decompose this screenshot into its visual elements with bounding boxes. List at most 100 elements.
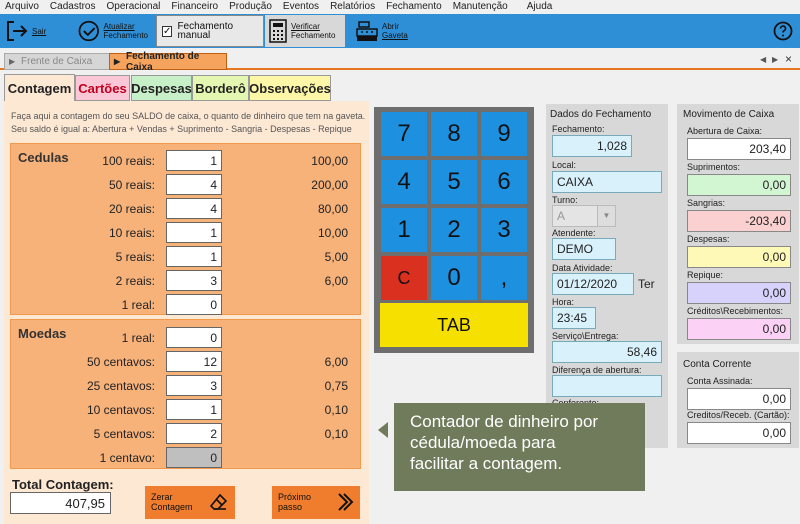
cedulas-row-total: 200,00 <box>311 178 348 192</box>
cedulas-qty-input[interactable]: 0 <box>166 294 222 315</box>
movimento-caixa-panel: Movimento de Caixa Abertura de Caixa: 203… <box>677 104 799 344</box>
cedulas-qty-input[interactable]: 1 <box>166 222 222 243</box>
tab-cartoes[interactable]: Cartões <box>75 75 130 101</box>
atendente-field[interactable]: DEMO <box>552 238 616 260</box>
menu-cadastros[interactable]: Cadastros <box>45 0 102 14</box>
eraser-icon <box>209 493 228 510</box>
cedulas-qty-input[interactable]: 1 <box>166 246 222 267</box>
moedas-qty-input[interactable]: 12 <box>166 351 222 372</box>
toolbar: Sair Atualizar Fechamento ✓ Fechamento ma… <box>0 14 800 48</box>
menu-fechamento[interactable]: Fechamento <box>381 0 448 14</box>
cedulas-qty-input[interactable]: 4 <box>166 174 222 195</box>
keypad-key-6[interactable]: 6 <box>481 160 527 204</box>
moedas-qty-input[interactable]: 3 <box>166 375 222 396</box>
checkbox-icon[interactable]: ✓ <box>162 25 173 37</box>
movimento-label: Repique: <box>687 270 724 280</box>
check-circle-icon <box>78 20 99 42</box>
tabs-scroll-left-icon[interactable]: ◀ <box>760 55 766 64</box>
moedas-qty-input[interactable]: 2 <box>166 423 222 444</box>
menu-manutencao[interactable]: Manutenção <box>448 0 514 14</box>
movimento-label: Sangrias: <box>687 198 726 208</box>
info-line-1: Faça aqui a contagem do seu SALDO de cai… <box>11 111 366 121</box>
conta-value[interactable]: 0,00 <box>687 388 791 410</box>
keypad-key-0[interactable]: 0 <box>431 256 477 300</box>
tab-fechamento-de-caixa[interactable]: ▶ Fechamento de Caixa <box>109 51 227 73</box>
turno-select[interactable]: A ▼ <box>552 205 616 227</box>
menu-producao[interactable]: Produção <box>224 0 278 14</box>
double-chevron-right-icon <box>338 493 354 511</box>
keypad-key-7[interactable]: 7 <box>381 112 427 156</box>
contagem-panel: Faça aqui a contagem do seu SALDO de cai… <box>4 101 369 524</box>
help-button[interactable] <box>773 14 797 48</box>
tab-contagem[interactable]: Contagem <box>4 74 75 102</box>
data-atividade-field[interactable]: 01/12/2020 <box>552 273 634 295</box>
conta-value[interactable]: 0,00 <box>687 422 791 444</box>
keypad-key-9[interactable]: 9 <box>481 112 527 156</box>
tab-observacoes[interactable]: Observações <box>249 75 331 101</box>
moedas-row-label: 1 centavo: <box>99 451 155 465</box>
cedulas-qty-input[interactable]: 4 <box>166 198 222 219</box>
movimento-value[interactable]: 0,00 <box>687 282 791 304</box>
tab-despesas[interactable]: Despesas <box>131 75 192 101</box>
movimento-value[interactable]: -203,40 <box>687 210 791 232</box>
moedas-qty-input[interactable]: 0 <box>166 447 222 468</box>
calculator-icon <box>269 19 287 43</box>
moedas-row-total: 0,10 <box>324 403 348 417</box>
total-contagem-value: 407,95 <box>10 492 111 514</box>
movimento-value[interactable]: 203,40 <box>687 138 791 160</box>
tab-frente-de-caixa[interactable]: ▶ Frente de Caixa <box>4 53 126 70</box>
menu-ajuda[interactable]: Ajuda <box>522 0 559 14</box>
moedas-row-label: 50 centavos: <box>86 355 155 369</box>
menu-operacional[interactable]: Operacional <box>101 0 166 14</box>
movimento-value[interactable]: 0,00 <box>687 318 791 340</box>
close-tab-icon[interactable]: × <box>785 52 792 66</box>
menu-financeiro[interactable]: Financeiro <box>166 0 224 14</box>
keypad-key-2[interactable]: 2 <box>431 208 477 252</box>
menu-relatorios[interactable]: Relatórios <box>325 0 381 14</box>
fechamento-field[interactable]: 1,028 <box>552 135 632 157</box>
dados-fechamento-panel: Dados do Fechamento Fechamento: 1,028 Lo… <box>546 104 668 448</box>
moedas-row-total: 6,00 <box>324 355 348 369</box>
moedas-qty-input[interactable]: 0 <box>166 327 222 348</box>
hora-field[interactable]: 23:45 <box>552 307 596 329</box>
keypad-key-4[interactable]: 4 <box>381 160 427 204</box>
keypad-key-8[interactable]: 8 <box>431 112 477 156</box>
movimento-value[interactable]: 0,00 <box>687 246 791 268</box>
atualizar-fechamento-button[interactable]: Atualizar Fechamento <box>78 14 148 48</box>
keypad-comma-key[interactable]: , <box>481 256 527 300</box>
zerar-contagem-button[interactable]: Zerar Contagem <box>145 486 235 519</box>
movimento-value[interactable]: 0,00 <box>687 174 791 196</box>
movimento-label: Despesas: <box>687 234 730 244</box>
abrir-gaveta-button[interactable]: Abrir Gaveta <box>356 14 426 48</box>
local-field[interactable]: CAIXA <box>552 171 662 193</box>
keypad-tab-key[interactable]: TAB <box>380 303 528 347</box>
proximo-passo-button[interactable]: Próximo passo <box>272 486 360 519</box>
servico-entrega-field[interactable]: 58,46 <box>552 341 662 363</box>
dados-title: Dados do Fechamento <box>550 109 652 120</box>
verificar-fechamento-button[interactable]: Verificar Fechamento <box>265 15 345 47</box>
tooltip: Contador de dinheiro por cédula/moeda pa… <box>394 403 645 491</box>
cedulas-row-label: 1 real: <box>121 298 155 312</box>
sair-button[interactable]: Sair <box>6 14 52 48</box>
tab-bordero[interactable]: Borderô <box>192 75 249 101</box>
diferenca-abertura-field[interactable] <box>552 375 662 397</box>
keypad-clear-key[interactable]: C <box>381 256 427 300</box>
keypad-key-1[interactable]: 1 <box>381 208 427 252</box>
tabs-scroll-right-icon[interactable]: ▶ <box>772 55 778 64</box>
data-atividade-label: Data Atividade: <box>552 263 613 273</box>
cedulas-row-total: 10,00 <box>317 226 348 240</box>
tooltip-arrow <box>378 422 388 438</box>
menu-arquivo[interactable]: Arquivo <box>0 0 45 14</box>
menu-bar: Arquivo Cadastros Operacional Financeiro… <box>0 0 800 14</box>
keypad-key-5[interactable]: 5 <box>431 160 477 204</box>
cedulas-qty-input[interactable]: 1 <box>166 150 222 171</box>
dia-semana-label: Ter <box>638 277 655 291</box>
document-tabs: ▶ Frente de Caixa ▶ Fechamento de Caixa ◀ … <box>0 50 800 73</box>
moedas-row-total: 0,75 <box>324 379 348 393</box>
keypad-key-3[interactable]: 3 <box>481 208 527 252</box>
cedulas-qty-input[interactable]: 3 <box>166 270 222 291</box>
moedas-qty-input[interactable]: 1 <box>166 399 222 420</box>
cedulas-row-label: 5 reais: <box>115 250 155 264</box>
menu-eventos[interactable]: Eventos <box>278 0 325 14</box>
fechamento-manual-toggle[interactable]: ✓ Fechamento manual <box>156 15 264 47</box>
